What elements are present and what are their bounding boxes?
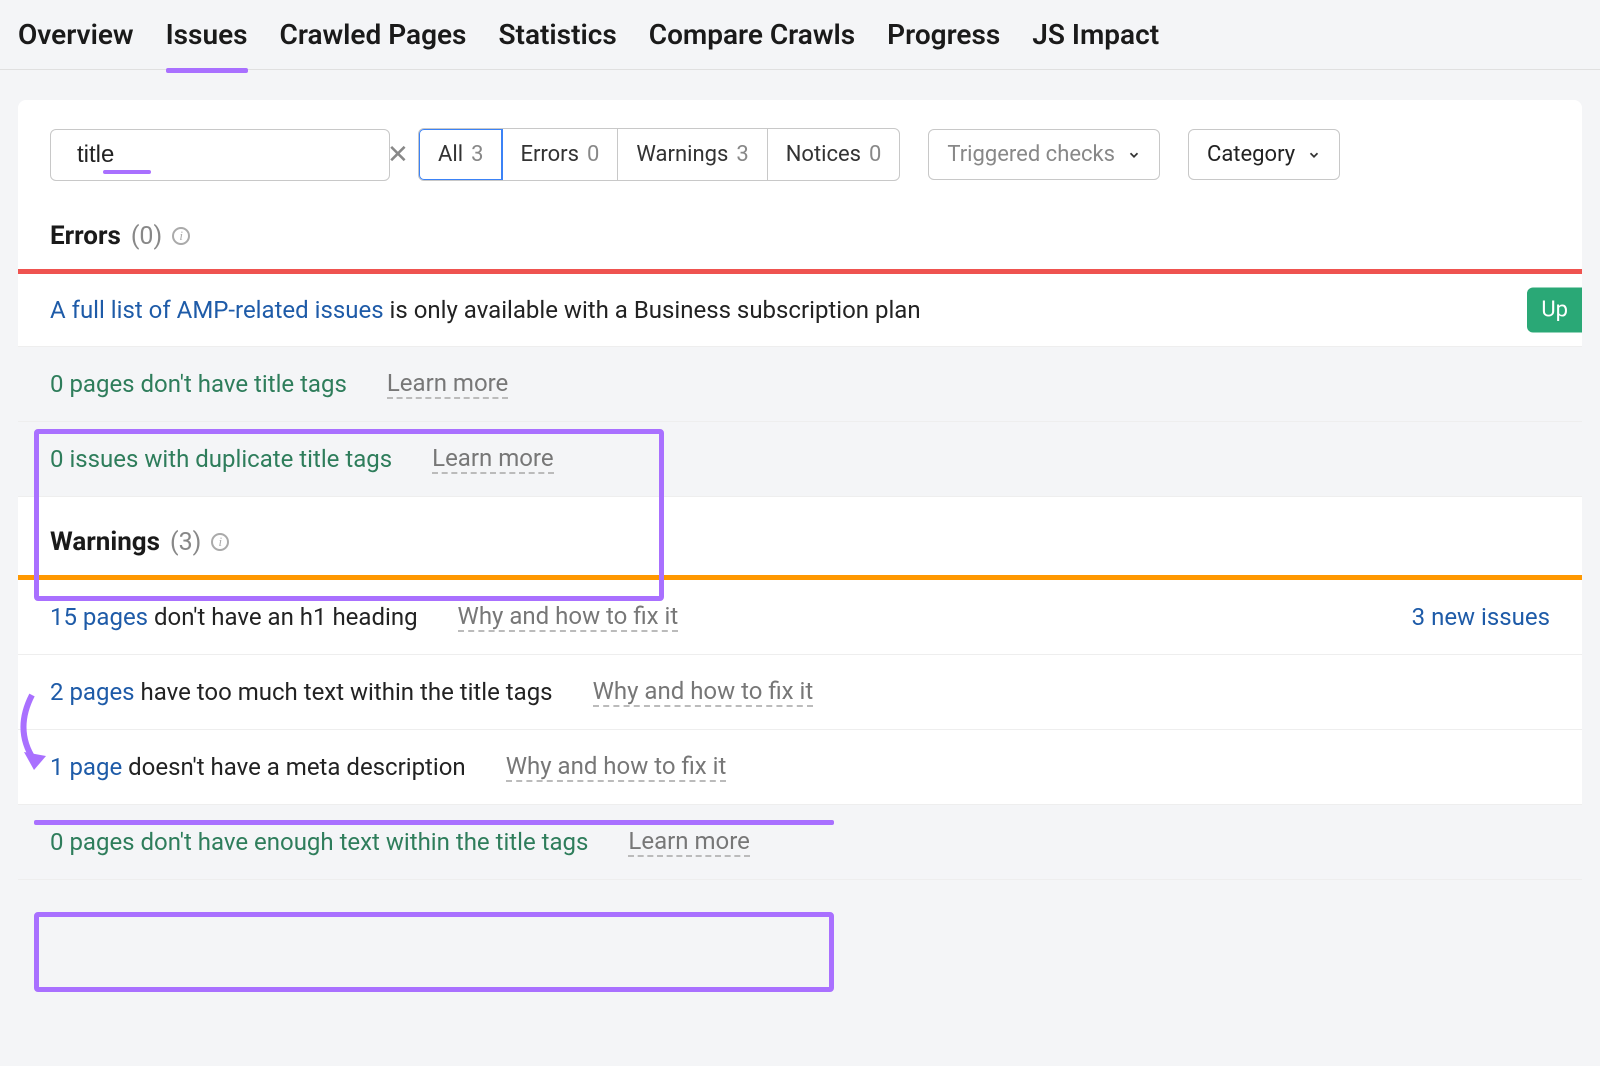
issue-link[interactable]: 0 pages don't have enough text within th… xyxy=(50,828,588,856)
chevron-down-icon xyxy=(1127,148,1141,162)
tab-crawled-pages[interactable]: Crawled Pages xyxy=(280,18,467,69)
filter-notices[interactable]: Notices0 xyxy=(768,129,900,180)
issue-link[interactable]: 15 pages xyxy=(50,603,148,631)
issue-link[interactable]: 1 page xyxy=(50,753,122,781)
filter-pills: All3 Errors0 Warnings3 Notices0 xyxy=(418,128,900,181)
issue-link[interactable]: 0 pages don't have title tags xyxy=(50,370,347,398)
issue-link[interactable]: 2 pages xyxy=(50,678,135,706)
amp-upsell-row: A full list of AMP-related issues is onl… xyxy=(18,274,1582,347)
info-icon[interactable]: i xyxy=(211,533,229,551)
tab-statistics[interactable]: Statistics xyxy=(498,18,616,69)
warning-item-h1: 15 pages don't have an h1 heading Why an… xyxy=(18,580,1582,655)
error-item-duplicate-title: 0 issues with duplicate title tags Learn… xyxy=(18,422,1582,497)
filter-warnings[interactable]: Warnings3 xyxy=(618,129,767,180)
search-underline-annotation xyxy=(103,170,151,174)
tab-js-impact[interactable]: JS Impact xyxy=(1032,18,1159,69)
main-tabs: Overview Issues Crawled Pages Statistics… xyxy=(0,0,1600,70)
triggered-checks-dropdown[interactable]: Triggered checks xyxy=(928,129,1160,180)
tab-overview[interactable]: Overview xyxy=(18,18,134,69)
info-icon[interactable]: i xyxy=(172,227,190,245)
filter-errors[interactable]: Errors0 xyxy=(502,129,618,180)
upgrade-button[interactable]: Up xyxy=(1527,288,1582,333)
filter-all[interactable]: All3 xyxy=(418,128,503,181)
tab-compare-crawls[interactable]: Compare Crawls xyxy=(649,18,855,69)
annotation-highlight-box xyxy=(34,912,834,992)
warning-item-title-too-short: 0 pages don't have enough text within th… xyxy=(18,805,1582,880)
new-issues-link[interactable]: 3 new issues xyxy=(1412,603,1550,631)
errors-section-header: Errors (0) i xyxy=(18,191,1582,269)
warnings-section-header: Warnings (3) i xyxy=(18,497,1582,575)
error-item-no-title: 0 pages don't have title tags Learn more xyxy=(18,347,1582,422)
search-input[interactable] xyxy=(77,141,387,169)
search-field[interactable]: ✕ xyxy=(50,129,390,181)
clear-icon[interactable]: ✕ xyxy=(387,140,409,170)
why-how-fix-link[interactable]: Why and how to fix it xyxy=(593,677,814,707)
chevron-down-icon xyxy=(1307,148,1321,162)
learn-more-link[interactable]: Learn more xyxy=(628,827,749,857)
category-dropdown[interactable]: Category xyxy=(1188,129,1340,180)
tab-issues[interactable]: Issues xyxy=(166,18,248,69)
why-how-fix-link[interactable]: Why and how to fix it xyxy=(506,752,727,782)
learn-more-link[interactable]: Learn more xyxy=(387,369,508,399)
learn-more-link[interactable]: Learn more xyxy=(432,444,553,474)
toolbar: ✕ All3 Errors0 Warnings3 Notices0 Trigge… xyxy=(18,100,1582,191)
issues-panel: ✕ All3 Errors0 Warnings3 Notices0 Trigge… xyxy=(18,100,1582,880)
why-how-fix-link[interactable]: Why and how to fix it xyxy=(458,602,679,632)
amp-issues-link[interactable]: A full list of AMP-related issues xyxy=(50,296,384,324)
tab-progress[interactable]: Progress xyxy=(887,18,1000,69)
warning-item-no-meta: 1 page doesn't have a meta description W… xyxy=(18,730,1582,805)
warning-item-title-too-long: 2 pages have too much text within the ti… xyxy=(18,655,1582,730)
issue-link[interactable]: 0 issues with duplicate title tags xyxy=(50,445,392,473)
